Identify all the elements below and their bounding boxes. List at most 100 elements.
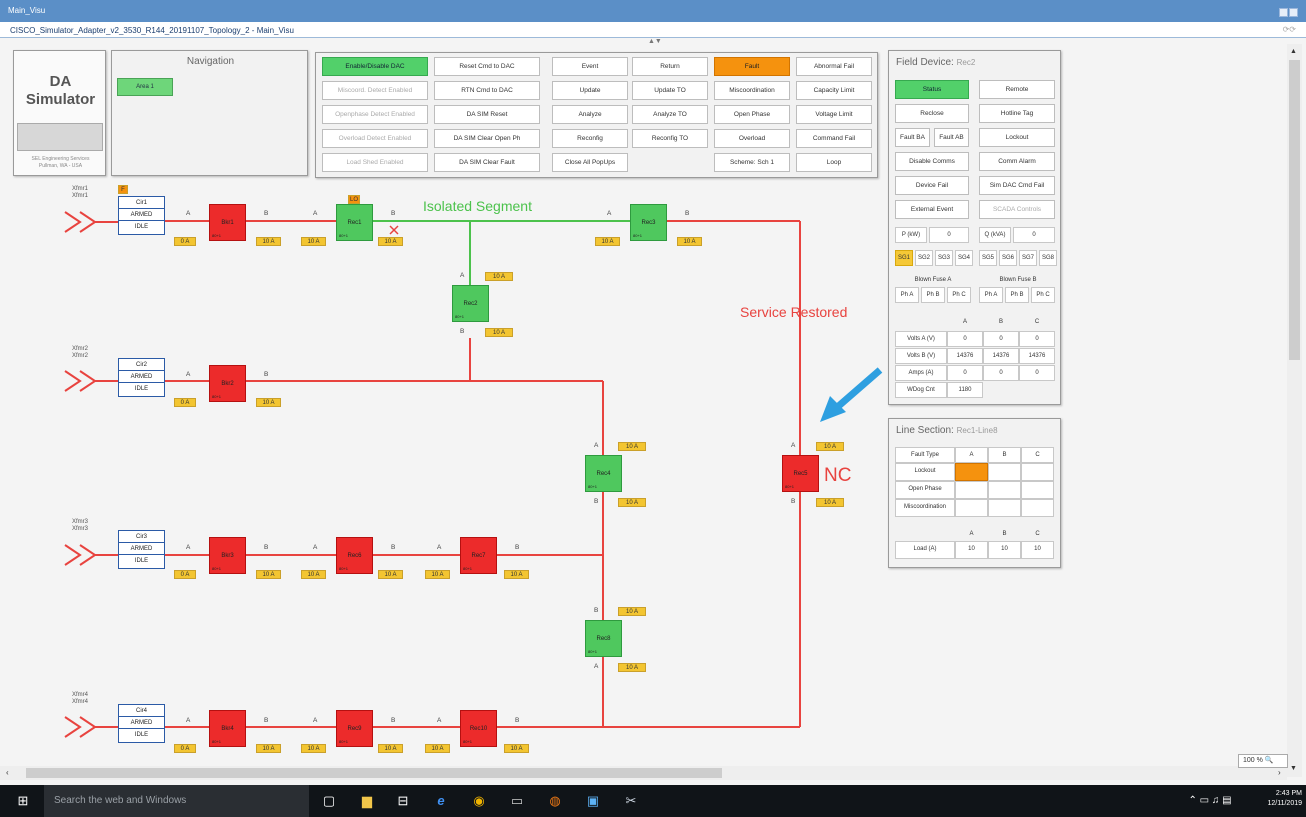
tag-rec9-a: 10 A bbox=[301, 744, 326, 753]
app-icon[interactable]: ▣ bbox=[584, 792, 602, 810]
rec6-port-a: A bbox=[313, 544, 318, 551]
rec1-port-b: B bbox=[391, 210, 396, 217]
feeder-lines bbox=[64, 211, 883, 738]
scroll-down-icon[interactable]: ▼ bbox=[1290, 765, 1297, 772]
bkr2-label: Bkr2 bbox=[221, 381, 234, 387]
rec3-sub: 80+1 bbox=[633, 233, 643, 238]
tag-rec2-a: 10 A bbox=[485, 272, 513, 281]
rec3-device[interactable]: Rec3 80+1 bbox=[630, 204, 667, 241]
tag-bkr1-b: 10 A bbox=[256, 237, 281, 246]
system-tray-icons[interactable]: ⌃ ▭ ♫ ▤ bbox=[1180, 792, 1240, 810]
circuit-4-state: IDLE bbox=[134, 732, 149, 738]
rec4-device[interactable]: Rec4 80+1 bbox=[585, 455, 622, 492]
scroll-right-icon[interactable]: › bbox=[1278, 768, 1281, 777]
circuit-4-name: Cir4 bbox=[119, 705, 164, 717]
bkr1-sub: 80+1 bbox=[212, 233, 222, 238]
store-icon[interactable]: ⊟ bbox=[394, 792, 412, 810]
rec3-port-a: A bbox=[607, 210, 612, 217]
bkr2-port-a: A bbox=[186, 371, 191, 378]
rec1-port-a: A bbox=[313, 210, 318, 217]
xfmr3-label: Xfmr3 Xfmr3 bbox=[72, 519, 89, 532]
tag-rec4-b: 10 A bbox=[618, 498, 646, 507]
file-explorer-icon[interactable]: ▆ bbox=[358, 792, 376, 810]
circuit-1-name: Cir1 bbox=[119, 197, 164, 209]
service-restored-label: Service Restored bbox=[740, 304, 848, 320]
xfmr4-label: Xfmr4 Xfmr4 bbox=[72, 692, 89, 705]
rec8-port-a: A bbox=[594, 663, 599, 670]
rec4-port-a: A bbox=[594, 442, 599, 449]
windows-start-icon[interactable]: ⊞ bbox=[14, 792, 32, 810]
rec8-device[interactable]: Rec8 80+1 bbox=[585, 620, 622, 657]
zoom-level[interactable]: 100 % 🔍 bbox=[1238, 754, 1288, 768]
rec5-sub: 80+1 bbox=[785, 484, 795, 489]
rec10-device[interactable]: Rec10 80+1 bbox=[460, 710, 497, 747]
rec9-device[interactable]: Rec9 80+1 bbox=[336, 710, 373, 747]
scroll-left-icon[interactable]: ‹ bbox=[6, 768, 9, 777]
circuit-1[interactable]: Cir1 ARMED IDLE bbox=[118, 196, 165, 235]
rec1-label: Rec1 bbox=[347, 220, 362, 226]
rec1-device[interactable]: Rec1 80+1 bbox=[336, 204, 373, 241]
vertical-scroll-thumb[interactable] bbox=[1289, 60, 1300, 360]
taskbar-search[interactable]: Search the web and Windows bbox=[44, 785, 309, 817]
rec2-port-a: A bbox=[460, 272, 465, 279]
tag-rec8-b: 10 A bbox=[618, 607, 646, 616]
tag-rec10-b: 10 A bbox=[504, 744, 529, 753]
chrome-icon[interactable]: ◉ bbox=[470, 792, 488, 810]
circuit-4[interactable]: Cir4 ARMED IDLE bbox=[118, 704, 165, 743]
clock-date: 12/11/2019 bbox=[1267, 800, 1302, 807]
terminal-icon[interactable]: ▭ bbox=[508, 792, 526, 810]
rec5-label: Rec5 bbox=[793, 471, 808, 477]
bkr1-device[interactable]: Bkr1 80+1 bbox=[209, 204, 246, 241]
circuit-3-armed: ARMED bbox=[119, 543, 164, 555]
rec3-label: Rec3 bbox=[641, 220, 656, 226]
task-view-icon[interactable]: ▢ bbox=[320, 792, 338, 810]
isolated-segment-label: Isolated Segment bbox=[423, 198, 532, 214]
circuit-3[interactable]: Cir3 ARMED IDLE bbox=[118, 530, 165, 569]
tag-bkr3-a: 0 A bbox=[174, 570, 196, 579]
taskbar-clock[interactable]: 2:43 PM 12/11/2019 bbox=[1254, 789, 1302, 809]
rec1-sub: 80+1 bbox=[339, 233, 349, 238]
xfmr2-label: Xfmr2 Xfmr2 bbox=[72, 346, 89, 359]
tag-rec3-a: 10 A bbox=[595, 237, 620, 246]
scroll-up-icon[interactable]: ▲ bbox=[1290, 48, 1297, 55]
rec2-port-b: B bbox=[460, 328, 465, 335]
tag-bkr1-a: 0 A bbox=[174, 237, 196, 246]
bkr3-port-b: B bbox=[264, 544, 269, 551]
rec7-label: Rec7 bbox=[471, 553, 486, 559]
rec8-sub: 80+1 bbox=[588, 649, 598, 654]
tag-bkr2-a: 0 A bbox=[174, 398, 196, 407]
snipping-tool-icon[interactable]: ✂ bbox=[622, 792, 640, 810]
bkr1-port-a: A bbox=[186, 210, 191, 217]
circuit-3-state: IDLE bbox=[134, 558, 149, 564]
tag-bkr3-b: 10 A bbox=[256, 570, 281, 579]
bkr2-device[interactable]: Bkr2 80+1 bbox=[209, 365, 246, 402]
rec2-label: Rec2 bbox=[463, 301, 478, 307]
tag-rec1-a: 10 A bbox=[301, 237, 326, 246]
rec8-port-b: B bbox=[594, 607, 599, 614]
rec7-port-a: A bbox=[437, 544, 442, 551]
bkr3-device[interactable]: Bkr3 80+1 bbox=[209, 537, 246, 574]
tag-rec4-a: 10 A bbox=[618, 442, 646, 451]
rec7-device[interactable]: Rec7 80+1 bbox=[460, 537, 497, 574]
rec2-device[interactable]: Rec2 80+1 bbox=[452, 285, 489, 322]
bkr4-label: Bkr4 bbox=[221, 726, 234, 732]
edge-icon[interactable]: e bbox=[432, 792, 450, 810]
bkr3-sub: 80+1 bbox=[212, 566, 222, 571]
rec6-device[interactable]: Rec6 80+1 bbox=[336, 537, 373, 574]
rec10-port-b: B bbox=[515, 717, 520, 724]
bkr3-label: Bkr3 bbox=[221, 553, 234, 559]
clock-time: 2:43 PM bbox=[1275, 790, 1302, 797]
rec5-device[interactable]: Rec5 80+1 bbox=[782, 455, 819, 492]
bkr3-port-a: A bbox=[186, 544, 191, 551]
firefox-icon[interactable]: ◍ bbox=[546, 792, 564, 810]
horizontal-scroll-thumb[interactable] bbox=[26, 768, 722, 778]
nc-label: NC bbox=[824, 465, 852, 486]
bkr4-device[interactable]: Bkr4 80+1 bbox=[209, 710, 246, 747]
rec9-port-b: B bbox=[391, 717, 396, 724]
rec3-port-b: B bbox=[685, 210, 690, 217]
tag-rec6-a: 10 A bbox=[301, 570, 326, 579]
circuit-2[interactable]: Cir2 ARMED IDLE bbox=[118, 358, 165, 397]
magnifier-icon[interactable]: 🔍 bbox=[1265, 757, 1274, 764]
rec7-port-b: B bbox=[515, 544, 520, 551]
rec7-sub: 80+1 bbox=[463, 566, 473, 571]
